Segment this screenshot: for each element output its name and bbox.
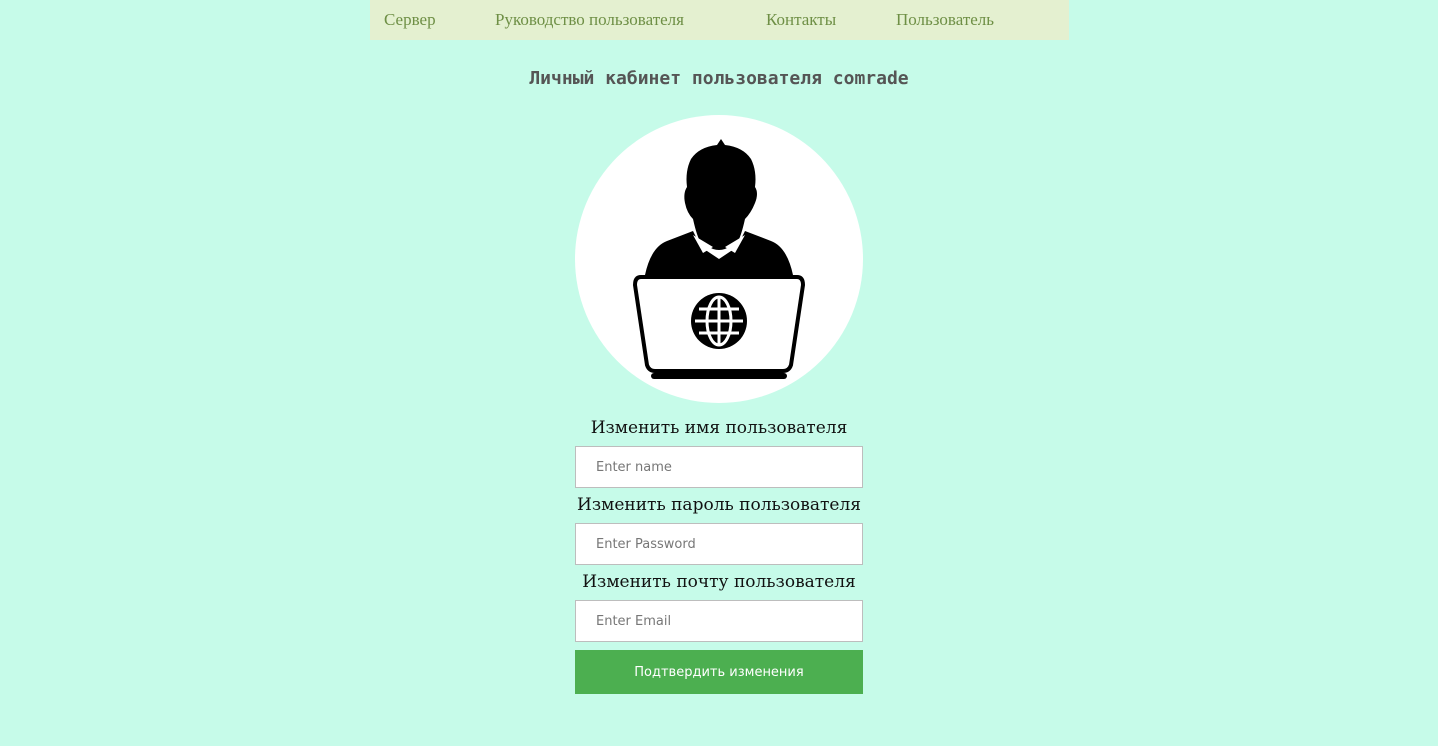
confirm-changes-button[interactable]: Подтвердить изменения — [575, 650, 863, 694]
email-label: Изменить почту пользователя — [582, 572, 856, 592]
name-input[interactable] — [575, 446, 863, 488]
avatar — [575, 115, 863, 403]
email-input[interactable] — [575, 600, 863, 642]
password-label: Изменить пароль пользователя — [577, 495, 861, 515]
password-input[interactable] — [575, 523, 863, 565]
top-nav: Сервер Руководство пользователя Контакты… — [370, 0, 1069, 40]
nav-item-user-guide[interactable]: Руководство пользователя — [495, 10, 684, 30]
name-label: Изменить имя пользователя — [590, 418, 848, 438]
nav-item-contacts[interactable]: Контакты — [766, 10, 836, 30]
nav-item-server[interactable]: Сервер — [384, 10, 436, 30]
nav-item-user[interactable]: Пользователь — [896, 10, 994, 30]
user-laptop-globe-icon — [632, 139, 806, 379]
page-title: Личный кабинет пользователя comrade — [529, 68, 909, 89]
